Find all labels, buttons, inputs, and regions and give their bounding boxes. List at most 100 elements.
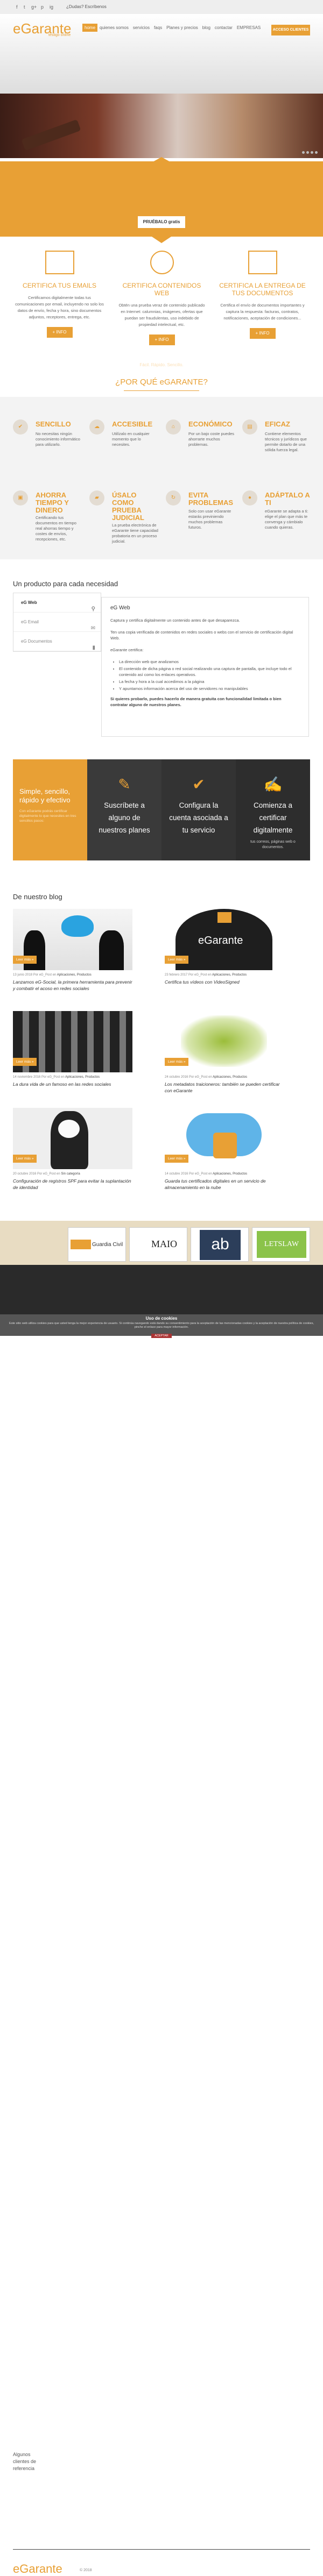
contact-link[interactable]: ¿Dudas? Escríbenos (66, 4, 107, 9)
benefit-title: ÚSALO COMO PRUEBA JUDICIAL (112, 491, 144, 522)
client-name: Guardia Civil (92, 1242, 123, 1248)
blog-post[interactable]: Leer más » 14 noviembre 2016 Por eG_Post… (13, 1011, 132, 1087)
slider-dots[interactable] (302, 151, 318, 154)
read-more-button[interactable]: Leer más » (165, 1155, 188, 1163)
nav-blog[interactable]: blog (200, 24, 213, 32)
nav-faqs[interactable]: faqs (152, 24, 164, 32)
step-title: Configura la cuenta asociada a tu servic… (169, 801, 228, 834)
silhouette-image (24, 930, 45, 970)
accept-cookies-button[interactable]: ACEPTAR (151, 1334, 172, 1338)
blog-post[interactable]: eGarante Leer más » 23 febrero 2017 Por … (165, 909, 284, 985)
flag-image (71, 1240, 91, 1249)
tab-eg-email[interactable]: eG Email ✉ (13, 613, 101, 632)
pencil-icon: ✎ (118, 776, 131, 793)
main-nav: home quienes somos servicios faqs Planes… (82, 24, 263, 32)
band-title: Tu testigo online en cualquier situación… (95, 348, 228, 357)
nav-home[interactable]: home (82, 24, 98, 32)
post-image[interactable]: Leer más » (13, 909, 132, 970)
try-free-button[interactable]: PRUÉBALO gratis (138, 216, 185, 228)
feature-email: CERTIFICA TUS EMAILS Certificamos digita… (15, 251, 104, 338)
blog-post[interactable]: Leer más » 14 octubre 2016 Por eG_Post e… (165, 1108, 284, 1191)
read-more-button[interactable]: Leer más » (165, 1058, 188, 1066)
twitter-bird-image (61, 915, 94, 937)
tab-label: eG Documentos (21, 639, 52, 644)
steps-title: Simple, sencillo, rápido y efectivo (19, 787, 71, 804)
read-more-button[interactable]: Leer más » (13, 1155, 37, 1163)
tab-eg-web[interactable]: eG Web ⚲ (13, 593, 101, 613)
client-logo-letslaw[interactable]: LETSLAW (252, 1227, 310, 1262)
step-title: Comienza a certificar digitalmente (253, 801, 293, 834)
benefit-title: SENCILLO (36, 420, 71, 428)
read-more-button[interactable]: Leer más » (13, 1058, 37, 1066)
post-categories[interactable]: Aplicaciones, Productos (213, 1172, 247, 1176)
feature-info-button[interactable]: + INFO (249, 328, 276, 339)
client-logo-maio[interactable]: MAIO (129, 1227, 187, 1262)
panel-text: Captura y certifica digitalmente un cont… (110, 618, 240, 623)
feature-text: Certifica el envío de documentos importa… (220, 303, 305, 321)
post-title[interactable]: Lanzamos eG-Social, la primera herramien… (13, 979, 132, 992)
why-heading: ¿POR QUÉ eGARANTE? (115, 378, 208, 387)
nav-services[interactable]: servicios (131, 24, 152, 32)
clients-title: Algunos clientes de referencia (13, 2452, 37, 2471)
feature-text: Obtén una prueba veraz de contenido publ… (118, 303, 205, 327)
post-categories[interactable]: Aplicaciones, Productos (65, 1076, 100, 1079)
facebook-icon[interactable]: f (16, 4, 18, 10)
read-more-button[interactable]: Leer más » (165, 956, 188, 964)
post-categories[interactable]: Sin categoría (61, 1172, 80, 1176)
post-title[interactable]: Certifica tus vídeos con VideoSigned (165, 979, 284, 985)
blog-post[interactable]: Leer más » 24 octubre 2016 Por eG_Post e… (165, 1011, 284, 1094)
client-logo-ab[interactable]: ab (191, 1227, 249, 1262)
nav-companies[interactable]: EMPRESAS (235, 24, 263, 32)
speech-bubble-image (217, 912, 231, 923)
client-logo-guardia-civil[interactable]: Guardia Civil (68, 1227, 126, 1262)
post-categories[interactable]: Aplicaciones, Productos (212, 973, 247, 977)
feature-text: Certificamos digitalmente todas tus comu… (15, 295, 104, 319)
post-image[interactable]: Leer más » (165, 1011, 284, 1072)
tab-label: eG Email (21, 620, 39, 624)
tab-eg-documents[interactable]: eG Documentos ▮ (13, 632, 101, 651)
read-more-button[interactable]: Leer más » (13, 956, 37, 964)
products-heading: Un producto para cada necesidad (13, 580, 118, 588)
post-title[interactable]: Guarda tus certificados digitales en un … (165, 1178, 284, 1191)
feature-info-button[interactable]: + INFO (46, 327, 73, 338)
certificate-icon (248, 251, 277, 274)
post-meta: 14 noviembre 2016 Por eG_Post en Aplicac… (13, 1076, 100, 1079)
twitter-icon[interactable]: t (24, 4, 25, 10)
client-name: ab (200, 1230, 241, 1260)
post-title[interactable]: Configuración de registros SPF para evit… (13, 1178, 132, 1191)
post-image[interactable]: Leer más » (13, 1108, 132, 1169)
cookie-banner: Uso de cookies Este sitio web utiliza co… (0, 1314, 323, 1338)
benefit-title: EVITA PROBLEMAS (188, 491, 234, 507)
word-cloud-image (181, 1015, 267, 1067)
band-subtitle: Fácil. Rápido. Sencillo. (139, 362, 184, 367)
blog-heading: De nuestro blog (13, 893, 62, 901)
client-access-button[interactable]: ACCESO CLIENTES (271, 25, 310, 35)
footer-logo[interactable]: eGarante (13, 2562, 62, 2576)
benefit-title: AHORRA TIEMPO Y DINERO (36, 491, 69, 514)
post-title[interactable]: Los metadatos traicioneros: también se p… (165, 1081, 284, 1094)
post-image[interactable]: Leer más » (13, 1011, 132, 1072)
blog-post[interactable]: Leer más » 13 junio 2018 Por eG_Post en … (13, 909, 132, 992)
nav-about[interactable]: quienes somos (97, 24, 131, 32)
blog-post[interactable]: Leer más » 20 octubre 2016 Por eG_Post e… (13, 1108, 132, 1191)
footer-copyright: © 2018 (80, 2568, 92, 2572)
post-image[interactable]: Leer más » (165, 1108, 284, 1169)
post-meta: 23 febrero 2017 Por eG_Post en Aplicacio… (165, 973, 247, 977)
post-image[interactable]: eGarante Leer más » (165, 909, 284, 970)
instagram-icon[interactable]: ig (50, 4, 53, 10)
post-categories[interactable]: Aplicaciones, Productos (213, 1076, 247, 1079)
post-categories[interactable]: Aplicaciones, Productos (57, 973, 92, 977)
pinterest-icon[interactable]: p (41, 4, 44, 10)
cookie-title: Uso de cookies (145, 1316, 178, 1321)
feature-info-button[interactable]: + INFO (149, 335, 175, 345)
post-title[interactable]: La dura vida de un famoso en las redes s… (13, 1081, 132, 1087)
panel-list: La dirección web que analizamos El conte… (119, 659, 300, 692)
image-logo-text: eGarante (198, 935, 243, 947)
nav-plans[interactable]: Planes y precios (164, 24, 200, 32)
edit-icon: ✍ (263, 776, 283, 793)
nav-contact[interactable]: contactar (213, 24, 235, 32)
feature-documents: CERTIFICA LA ENTREGA DE TUS DOCUMENTOS C… (218, 251, 307, 339)
benefit-title: ADÁPTALO A TI (265, 491, 310, 507)
google-plus-icon[interactable]: g+ (31, 4, 37, 10)
top-bar: f t g+ p ig ¿Dudas? Escríbenos (0, 0, 323, 14)
